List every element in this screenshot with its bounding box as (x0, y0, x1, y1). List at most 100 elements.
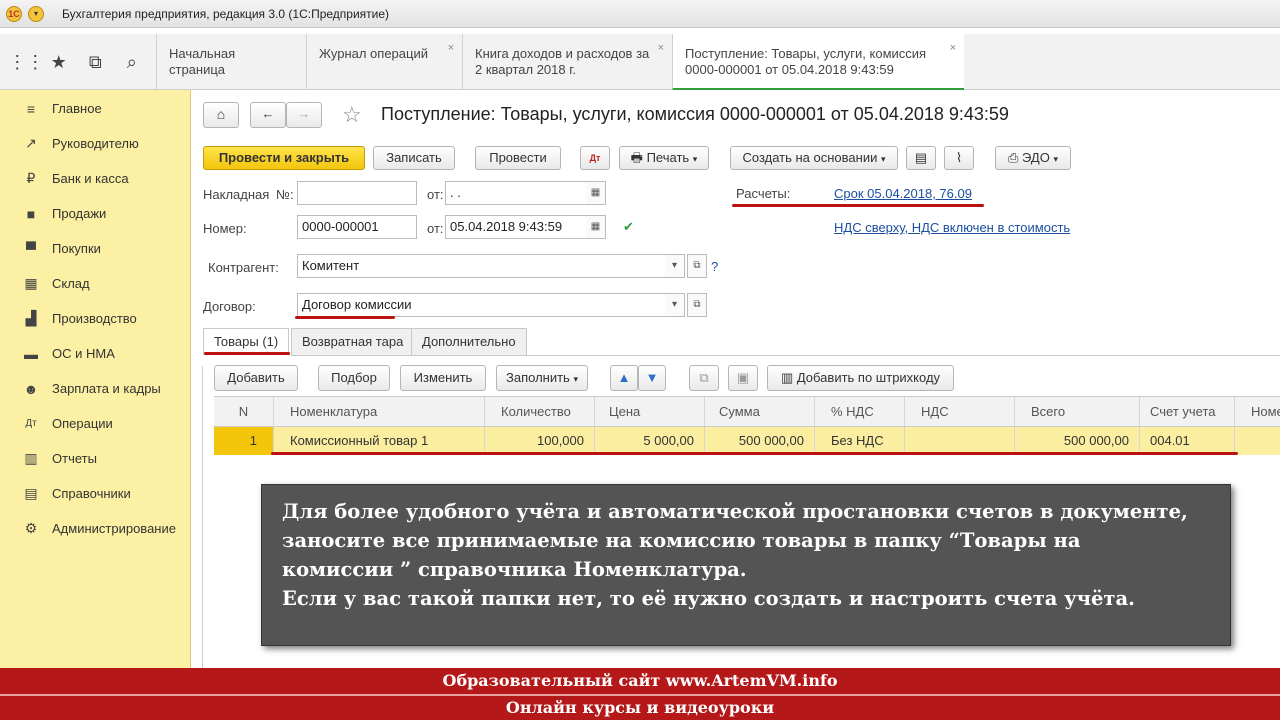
column-header[interactable]: % НДС (815, 397, 905, 426)
sidebar-item-bank[interactable]: ₽ Банк и касса (0, 161, 190, 196)
change-button[interactable]: Изменить (400, 365, 486, 391)
column-header[interactable]: Сумма (705, 397, 815, 426)
paste-button[interactable]: ▣ (728, 365, 758, 391)
favorite-star-icon[interactable]: ☆ (342, 102, 362, 128)
tab-returnable-packaging[interactable]: Возвратная тара (291, 328, 415, 356)
back-button[interactable]: ← (250, 102, 286, 128)
column-header[interactable]: Всего (1015, 397, 1140, 426)
cell-account[interactable]: 004.01 (1140, 427, 1235, 455)
number-field[interactable]: 0000-000001 (297, 215, 417, 239)
settlements-link[interactable]: Срок 05.04.2018, 76.09 (834, 186, 972, 201)
vat-link[interactable]: НДС сверху, НДС включен в стоимость (834, 220, 1070, 235)
close-icon[interactable]: × (448, 40, 454, 56)
sidebar-item-sales[interactable]: ■ Продажи (0, 196, 190, 231)
sidebar-item-warehouse[interactable]: ▦ Склад (0, 266, 190, 301)
tab-home[interactable]: Начальная страница (156, 34, 306, 90)
column-header[interactable]: Счет учета (1140, 397, 1235, 426)
dt-kt-icon: Дт (25, 418, 37, 429)
column-header[interactable]: N (214, 397, 274, 426)
1c-logo-icon[interactable]: 1С (6, 6, 22, 22)
favorites-star-icon[interactable]: ★ (45, 52, 73, 73)
cell-total[interactable]: 500 000,00 (1015, 427, 1140, 455)
sidebar-item-production[interactable]: ▟ Производство (0, 301, 190, 336)
table-row[interactable]: 1 Комиссионный товар 1 100,000 5 000,00 … (214, 427, 1280, 455)
annotation-underline (204, 352, 290, 355)
cart-icon: ▀ (26, 240, 36, 257)
document-button[interactable]: ▤ (906, 146, 936, 170)
save-button[interactable]: Записать (373, 146, 455, 170)
edo-button[interactable]: ⎙ ЭДО ▾ (995, 146, 1071, 170)
sidebar-item-purchases[interactable]: ▀ Покупки (0, 231, 190, 266)
contract-field[interactable]: Договор комиссии (297, 293, 667, 317)
date-field[interactable]: 05.04.2018 9:43:59 (445, 215, 587, 239)
people-icon: ☻ (23, 380, 39, 397)
annotation-line: Для более удобного учёта и автоматическо… (282, 500, 1188, 523)
cell-quantity[interactable]: 100,000 (485, 427, 595, 455)
tab-receipt-document[interactable]: Поступление: Товары, услуги, комиссия 00… (672, 34, 964, 91)
tab-journal[interactable]: Журнал операций × (306, 34, 462, 90)
cell-extra[interactable] (1235, 427, 1280, 455)
create-based-on-button[interactable]: Создать на основании ▾ (730, 146, 898, 170)
open-icon[interactable]: ⧉ (687, 293, 707, 317)
sidebar-item-salary[interactable]: ☻ Зарплата и кадры (0, 371, 190, 406)
cell-nomenclature[interactable]: Комиссионный товар 1 (274, 427, 485, 455)
move-down-button[interactable]: ▼ (638, 365, 666, 391)
add-row-button[interactable]: Добавить (214, 365, 298, 391)
copy-button[interactable]: ⧉ (689, 365, 719, 391)
tab-additional[interactable]: Дополнительно (411, 328, 527, 356)
column-header[interactable]: Номе (1235, 397, 1280, 426)
help-icon[interactable]: ? (711, 259, 718, 274)
pick-button[interactable]: Подбор (318, 365, 390, 391)
column-header[interactable]: Номенклатура (274, 397, 485, 426)
forward-button[interactable]: → (286, 102, 322, 128)
sidebar-item-manager[interactable]: ↗ Руководителю (0, 126, 190, 161)
window-title: Бухгалтерия предприятия, редакция 3.0 (1… (62, 7, 390, 21)
calendar-icon[interactable]: ▦ (586, 181, 606, 205)
sidebar-item-operations[interactable]: Дт Операции (0, 406, 190, 441)
apps-grid-icon[interactable]: ⋮⋮ (8, 52, 44, 73)
tab-bar-icons: ⋮⋮ ★ ⧉ ⌕ (0, 34, 154, 90)
dt-kt-button[interactable]: Дт (580, 146, 610, 170)
cell-vat[interactable] (905, 427, 1015, 455)
sidebar-item-reports[interactable]: ▥ Отчеты (0, 441, 190, 476)
check-icon[interactable]: ✔ (623, 219, 634, 235)
search-icon[interactable]: ⌕ (118, 52, 146, 73)
menu-icon: ≡ (26, 100, 36, 117)
post-button[interactable]: Провести (475, 146, 561, 170)
cell-price[interactable]: 5 000,00 (595, 427, 705, 455)
tab-income-book[interactable]: Книга доходов и расходов за 2 квартал 20… (462, 34, 672, 90)
calendar-icon[interactable]: ▦ (586, 215, 606, 239)
close-icon[interactable]: × (950, 40, 956, 56)
invoice-label: Накладная (203, 187, 270, 202)
sidebar-item-admin[interactable]: ⚙ Администрирование (0, 511, 190, 546)
column-header[interactable]: НДС (905, 397, 1015, 426)
sidebar-item-references[interactable]: ▤ Справочники (0, 476, 190, 511)
chevron-down-icon[interactable]: ▾ (665, 293, 685, 317)
printer-icon: 🖶 (630, 150, 643, 165)
column-header[interactable]: Количество (485, 397, 595, 426)
close-icon[interactable]: × (658, 40, 664, 56)
invoice-number-field[interactable] (297, 181, 417, 205)
main-menu-icon[interactable]: ▾ (28, 6, 44, 22)
fill-button[interactable]: Заполнить ▾ (496, 365, 588, 391)
cell-sum[interactable]: 500 000,00 (705, 427, 815, 455)
history-icon[interactable]: ⧉ (81, 52, 109, 73)
post-and-close-button[interactable]: Провести и закрыть (203, 146, 365, 170)
attach-button[interactable]: ⌇ (944, 146, 974, 170)
column-header[interactable]: Цена (595, 397, 705, 426)
sidebar-item-main[interactable]: ≡ Главное (0, 91, 190, 126)
chevron-down-icon[interactable]: ▾ (665, 254, 685, 278)
cell-vat-rate[interactable]: Без НДС (815, 427, 905, 455)
print-button[interactable]: 🖶 Печать ▾ (619, 146, 709, 170)
sidebar-item-assets[interactable]: ▬ ОС и НМА (0, 336, 190, 371)
invoice-date-field[interactable]: . . (445, 181, 587, 205)
home-button[interactable]: ⌂ (203, 102, 239, 128)
move-up-button[interactable]: ▲ (610, 365, 638, 391)
home-icon: ⌂ (216, 106, 226, 122)
annotation-box: Для более удобного учёта и автоматическо… (261, 484, 1231, 646)
add-by-barcode-button[interactable]: ▥ Добавить по штрихкоду (767, 365, 954, 391)
edo-icon: ⎙ (1007, 150, 1019, 165)
contract-label: Договор: (203, 299, 256, 314)
open-icon[interactable]: ⧉ (687, 254, 707, 278)
counterparty-field[interactable]: Комитент (297, 254, 667, 278)
